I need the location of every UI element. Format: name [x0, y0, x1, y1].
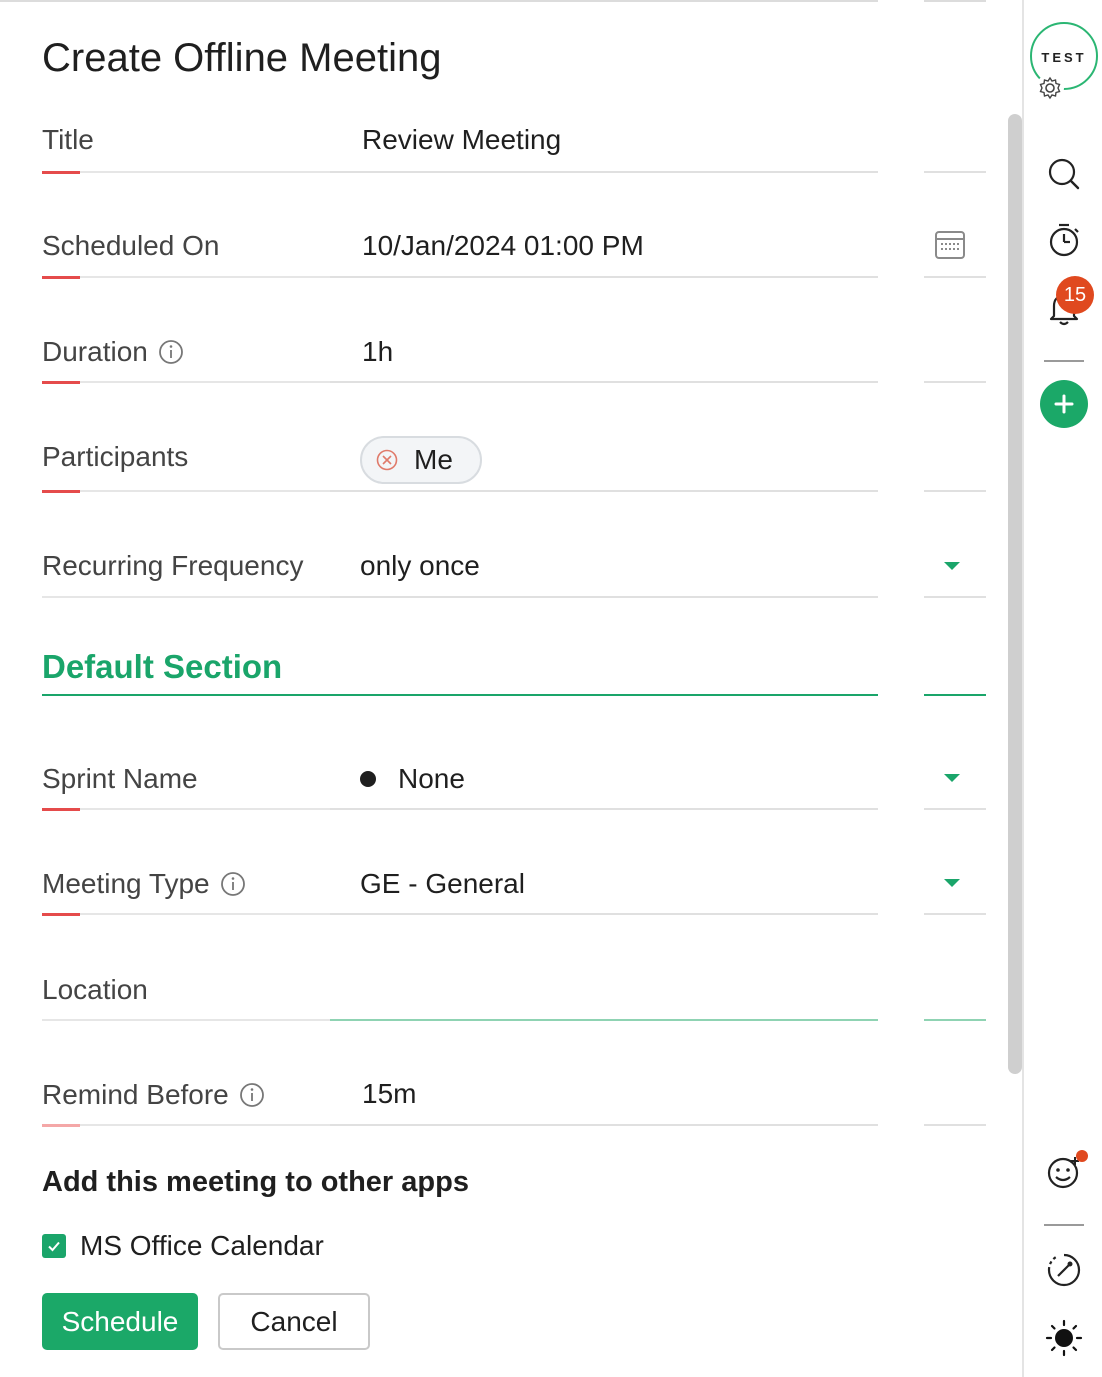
required-mark	[42, 276, 80, 279]
info-icon[interactable]	[239, 1082, 265, 1108]
sprint-name-input-line	[330, 808, 878, 810]
schedule-button[interactable]: Schedule	[42, 1293, 198, 1350]
scheduled-on-input-line	[330, 276, 878, 278]
meeting-type-label: Meeting Type	[42, 868, 246, 900]
required-mark	[42, 490, 80, 493]
required-mark	[42, 913, 80, 916]
notification-badge: 15	[1056, 276, 1094, 314]
participant-chip[interactable]: Me	[360, 436, 482, 484]
duration-input-line	[330, 381, 878, 383]
checkmark-icon	[48, 1241, 60, 1252]
section-divider	[42, 694, 878, 696]
sprint-name-side-line	[924, 808, 986, 810]
sprint-name-label-line	[42, 808, 330, 810]
cancel-button[interactable]: Cancel	[218, 1293, 370, 1350]
calendar-icon[interactable]	[934, 229, 966, 261]
scheduled-on-label: Scheduled On	[42, 230, 220, 261]
add-button[interactable]	[1040, 380, 1088, 428]
duration-input[interactable]: 1h	[362, 336, 393, 368]
avatar[interactable]: TEST	[1030, 22, 1098, 102]
participants-input-line	[330, 490, 878, 492]
status-dot	[360, 771, 376, 787]
recurring-frequency-input-line	[330, 596, 878, 598]
location-label: Location	[42, 974, 148, 1005]
remind-before-label-line	[42, 1124, 330, 1126]
participants-label-line	[42, 490, 330, 492]
info-icon[interactable]	[220, 871, 246, 897]
page-title: Create Offline Meeting	[42, 36, 442, 80]
participant-chip-label: Me	[414, 444, 453, 475]
participants-label: Participants	[42, 441, 189, 472]
top-divider-side	[924, 0, 986, 2]
ms-office-calendar-checkbox[interactable]	[42, 1234, 66, 1258]
required-mark	[42, 171, 80, 174]
title-side-line	[924, 171, 986, 173]
recurring-frequency-label-line	[42, 596, 330, 598]
avatar-text: TEST	[1041, 50, 1087, 65]
chevron-down-icon[interactable]	[944, 774, 960, 782]
search-icon[interactable]	[1044, 154, 1084, 194]
meeting-type-input-line	[330, 913, 878, 915]
rail-divider	[1044, 360, 1084, 362]
scheduled-on-label-line	[42, 276, 330, 278]
recurring-frequency-side-line	[924, 596, 986, 598]
location-side-line	[924, 1019, 986, 1021]
new-indicator-dot	[1076, 1150, 1088, 1162]
rail-divider	[1044, 1224, 1084, 1226]
remind-before-input-line	[330, 1124, 878, 1126]
chevron-down-icon[interactable]	[944, 879, 960, 887]
meeting-type-label-line	[42, 913, 330, 915]
title-input-line	[330, 171, 878, 173]
title-input[interactable]: Review Meeting	[362, 124, 561, 156]
apps-section-title: Add this meeting to other apps	[42, 1166, 469, 1198]
plus-icon	[1054, 394, 1074, 414]
meeting-type-select[interactable]: GE - General	[360, 868, 525, 900]
section-title: Default Section	[42, 648, 283, 685]
duration-side-line	[924, 381, 986, 383]
scrollbar[interactable]	[1008, 114, 1022, 1074]
duration-label: Duration	[42, 336, 184, 368]
location-label-line	[42, 1019, 330, 1021]
info-icon[interactable]	[158, 339, 184, 365]
create-meeting-form: Create Offline Meeting Title Review Meet…	[0, 0, 1008, 1377]
meeting-type-side-line	[924, 913, 986, 915]
top-divider	[0, 0, 878, 2]
sprint-name-select[interactable]: None	[398, 763, 465, 795]
title-label-line	[42, 171, 330, 173]
location-input[interactable]	[362, 974, 862, 1010]
location-input-line	[330, 1019, 878, 1021]
scheduled-on-side-line	[924, 276, 986, 278]
required-mark	[42, 381, 80, 384]
recurring-frequency-select[interactable]: only once	[360, 550, 480, 582]
remind-before-input[interactable]: 15m	[362, 1078, 416, 1110]
link-icon[interactable]	[1044, 1250, 1084, 1290]
gear-icon[interactable]	[1036, 74, 1064, 102]
remind-before-label: Remind Before	[42, 1079, 265, 1111]
remind-before-side-line	[924, 1124, 986, 1126]
sprint-name-label: Sprint Name	[42, 763, 198, 794]
chevron-down-icon[interactable]	[944, 562, 960, 570]
duration-label-line	[42, 381, 330, 383]
theme-icon[interactable]	[1044, 1318, 1084, 1358]
ms-office-calendar-label[interactable]: MS Office Calendar	[80, 1230, 324, 1262]
scheduled-on-input[interactable]: 10/Jan/2024 01:00 PM	[362, 230, 644, 262]
required-mark	[42, 1124, 80, 1127]
remove-chip-icon[interactable]	[376, 449, 398, 471]
title-label: Title	[42, 124, 94, 155]
participants-side-line	[924, 490, 986, 492]
required-mark	[42, 808, 80, 811]
section-divider-side	[924, 694, 986, 696]
timer-icon[interactable]	[1044, 220, 1084, 260]
recurring-frequency-label: Recurring Frequency	[42, 550, 304, 581]
right-rail: TEST 15	[1022, 0, 1102, 1377]
